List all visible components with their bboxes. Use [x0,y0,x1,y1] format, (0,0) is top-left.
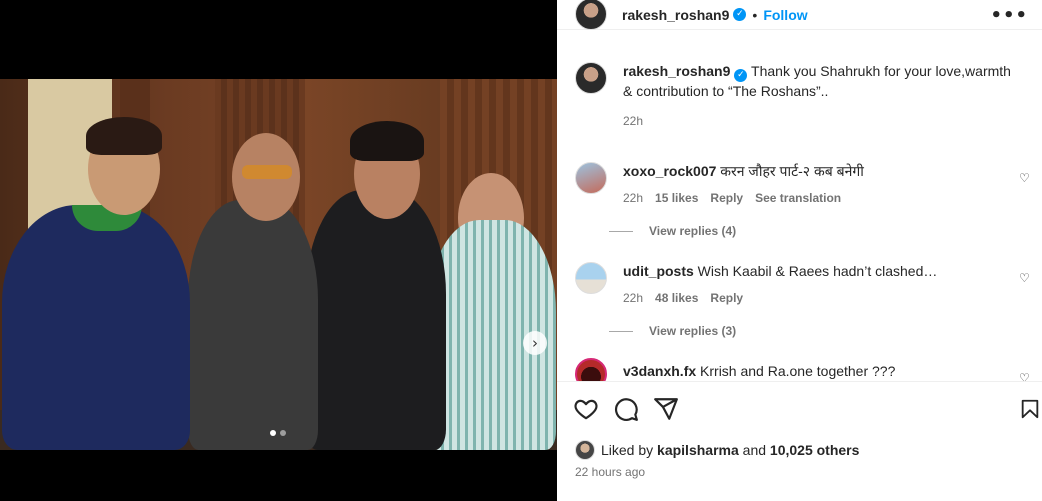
replies-line [609,230,633,232]
verified-badge-icon: ✓ [733,8,747,21]
post-timestamp[interactable]: 22 hours ago [575,465,645,479]
see-translation-button[interactable]: See translation [755,189,841,208]
comment-like-heart-icon[interactable]: ♡ [1019,372,1031,381]
comment-icon[interactable] [613,396,639,422]
liker-avatar[interactable] [575,440,595,460]
comment-avatar[interactable] [575,262,607,294]
share-icon[interactable] [653,396,679,422]
liked-by-username[interactable]: kapilsharma [657,442,739,458]
author-username[interactable]: rakesh_roshan9 [622,7,729,23]
comment-avatar[interactable] [575,358,607,381]
reply-button[interactable]: Reply [710,189,743,208]
author-avatar[interactable] [575,0,607,30]
person-3-head [350,121,424,219]
comment-like-heart-icon[interactable]: ♡ [1019,272,1031,284]
heart-icon[interactable] [573,396,599,422]
person-3-body [306,190,446,450]
comment-text: करन जौहर पार्ट-२ कब बनेगी [720,163,864,179]
likes-count-button[interactable]: 10,025 others [770,442,860,458]
person-1-head [86,117,162,215]
post-header: rakesh_roshan9 ✓ • Follow ••• [557,0,1042,30]
post-media: › [0,0,557,501]
carousel-dot [280,430,286,436]
replies-line [609,330,633,332]
more-options-icon[interactable]: ••• [990,5,1028,26]
verified-badge-icon: ✓ [734,69,748,82]
post-photo[interactable]: › [0,79,557,450]
liked-by-prefix: Liked by [601,442,654,458]
view-replies-button[interactable]: View replies (3) [609,324,736,338]
separator-dot: • [752,6,758,23]
comment-likes[interactable]: 48 likes [655,289,698,308]
follow-button[interactable]: Follow [763,7,807,23]
liked-by: Liked by kapilsharma and 10,025 others [575,440,859,460]
person-1-body [2,205,190,450]
reply-button[interactable]: Reply [710,289,743,308]
post-side-panel: rakesh_roshan9 ✓ • Follow ••• rakesh_ros… [557,0,1042,501]
comment-likes[interactable]: 15 likes [655,189,698,208]
post-actions: Liked by kapilsharma and 10,025 others 2… [557,381,1042,491]
person-2-body [188,200,318,450]
carousel-indicator [270,430,286,436]
comment-text: Krrish and Ra.one together ??? [700,363,896,379]
comment-time[interactable]: 22h [623,289,643,308]
comment-username[interactable]: v3danxh.fx [623,363,696,379]
comment-text: Wish Kaabil & Raees hadn’t clashed… [697,263,938,279]
comment-avatar[interactable] [575,162,607,194]
view-replies-label: View replies (4) [649,224,737,238]
person-2-head [232,133,300,221]
comment-username[interactable]: xoxo_rock007 [623,163,716,179]
bookmark-icon[interactable] [1019,396,1041,422]
liked-by-and: and [742,442,767,458]
comment-username[interactable]: udit_posts [623,263,694,279]
carousel-next-button[interactable]: › [523,331,547,355]
caption-author-username[interactable]: rakesh_roshan9 [623,63,730,79]
view-replies-label: View replies (3) [649,324,737,338]
caption-time[interactable]: 22h [623,112,643,131]
comment-time[interactable]: 22h [623,189,643,208]
carousel-dot-active [270,430,276,436]
comment-like-heart-icon[interactable]: ♡ [1019,172,1031,184]
caption-author-avatar[interactable] [575,62,607,94]
view-replies-button[interactable]: View replies (4) [609,224,736,238]
comments-list[interactable]: rakesh_roshan9 ✓ Thank you Shahrukh for y… [557,46,1042,381]
